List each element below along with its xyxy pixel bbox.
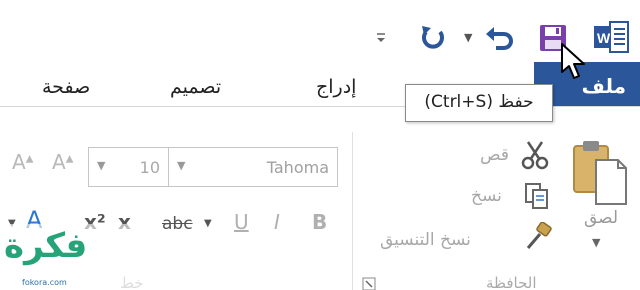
- tooltip-text: حفظ (Ctrl+S): [424, 92, 534, 112]
- group-divider: [352, 132, 353, 290]
- format-painter-label[interactable]: نسخ التنسيق: [380, 230, 471, 250]
- tab-file-label: ملف: [581, 74, 626, 98]
- copy-icon[interactable]: [524, 182, 550, 210]
- tab-insert[interactable]: إدراج: [316, 76, 356, 98]
- font-name-value: Tahoma: [266, 158, 329, 177]
- cut-label[interactable]: قص: [480, 145, 509, 165]
- shrink-font-label: A: [52, 150, 66, 174]
- word-app-icon: W: [592, 18, 632, 56]
- shrink-font-button[interactable]: A▲: [52, 150, 73, 174]
- font-name-select[interactable]: Tahoma ▼: [168, 147, 338, 187]
- font-size-value: 10: [139, 158, 160, 177]
- copy-label[interactable]: نسخ: [471, 186, 502, 206]
- font-size-select[interactable]: 10 ▼: [88, 147, 168, 187]
- redo-button[interactable]: [416, 22, 450, 54]
- watermark-site: fokora.com: [22, 278, 67, 287]
- watermark-logo-text: فكرة: [4, 226, 88, 266]
- tab-page[interactable]: صفحة: [42, 76, 90, 98]
- paste-label: لصق: [584, 208, 619, 228]
- underline-button[interactable]: U: [234, 210, 249, 234]
- chevron-down-icon: ▼: [177, 159, 186, 172]
- format-painter-icon[interactable]: [522, 221, 554, 250]
- tab-design[interactable]: تصميم: [170, 76, 221, 98]
- bold-button[interactable]: B: [312, 210, 327, 234]
- undo-dropdown-icon[interactable]: ▼: [464, 31, 478, 45]
- paste-dropdown-icon[interactable]: ▼: [592, 236, 600, 249]
- customize-qat-icon[interactable]: [374, 30, 388, 46]
- svg-text:W: W: [597, 30, 611, 46]
- strikethrough-button[interactable]: abc: [162, 214, 193, 234]
- mouse-cursor-icon: [558, 42, 588, 82]
- paste-button[interactable]: [568, 138, 630, 208]
- grow-font-label: A: [12, 150, 26, 174]
- save-tooltip: حفظ (Ctrl+S): [405, 84, 553, 122]
- chevron-down-icon: ▼: [97, 159, 106, 172]
- undo-button[interactable]: [482, 22, 516, 54]
- scissors-icon[interactable]: [520, 140, 550, 170]
- dialog-launcher-icon[interactable]: [362, 276, 376, 290]
- strikethrough-dropdown-icon[interactable]: ▼: [204, 218, 212, 229]
- italic-button[interactable]: I: [274, 210, 280, 234]
- clipboard-group-label: الحافظة: [486, 274, 537, 290]
- grow-font-button[interactable]: A▲: [12, 150, 33, 174]
